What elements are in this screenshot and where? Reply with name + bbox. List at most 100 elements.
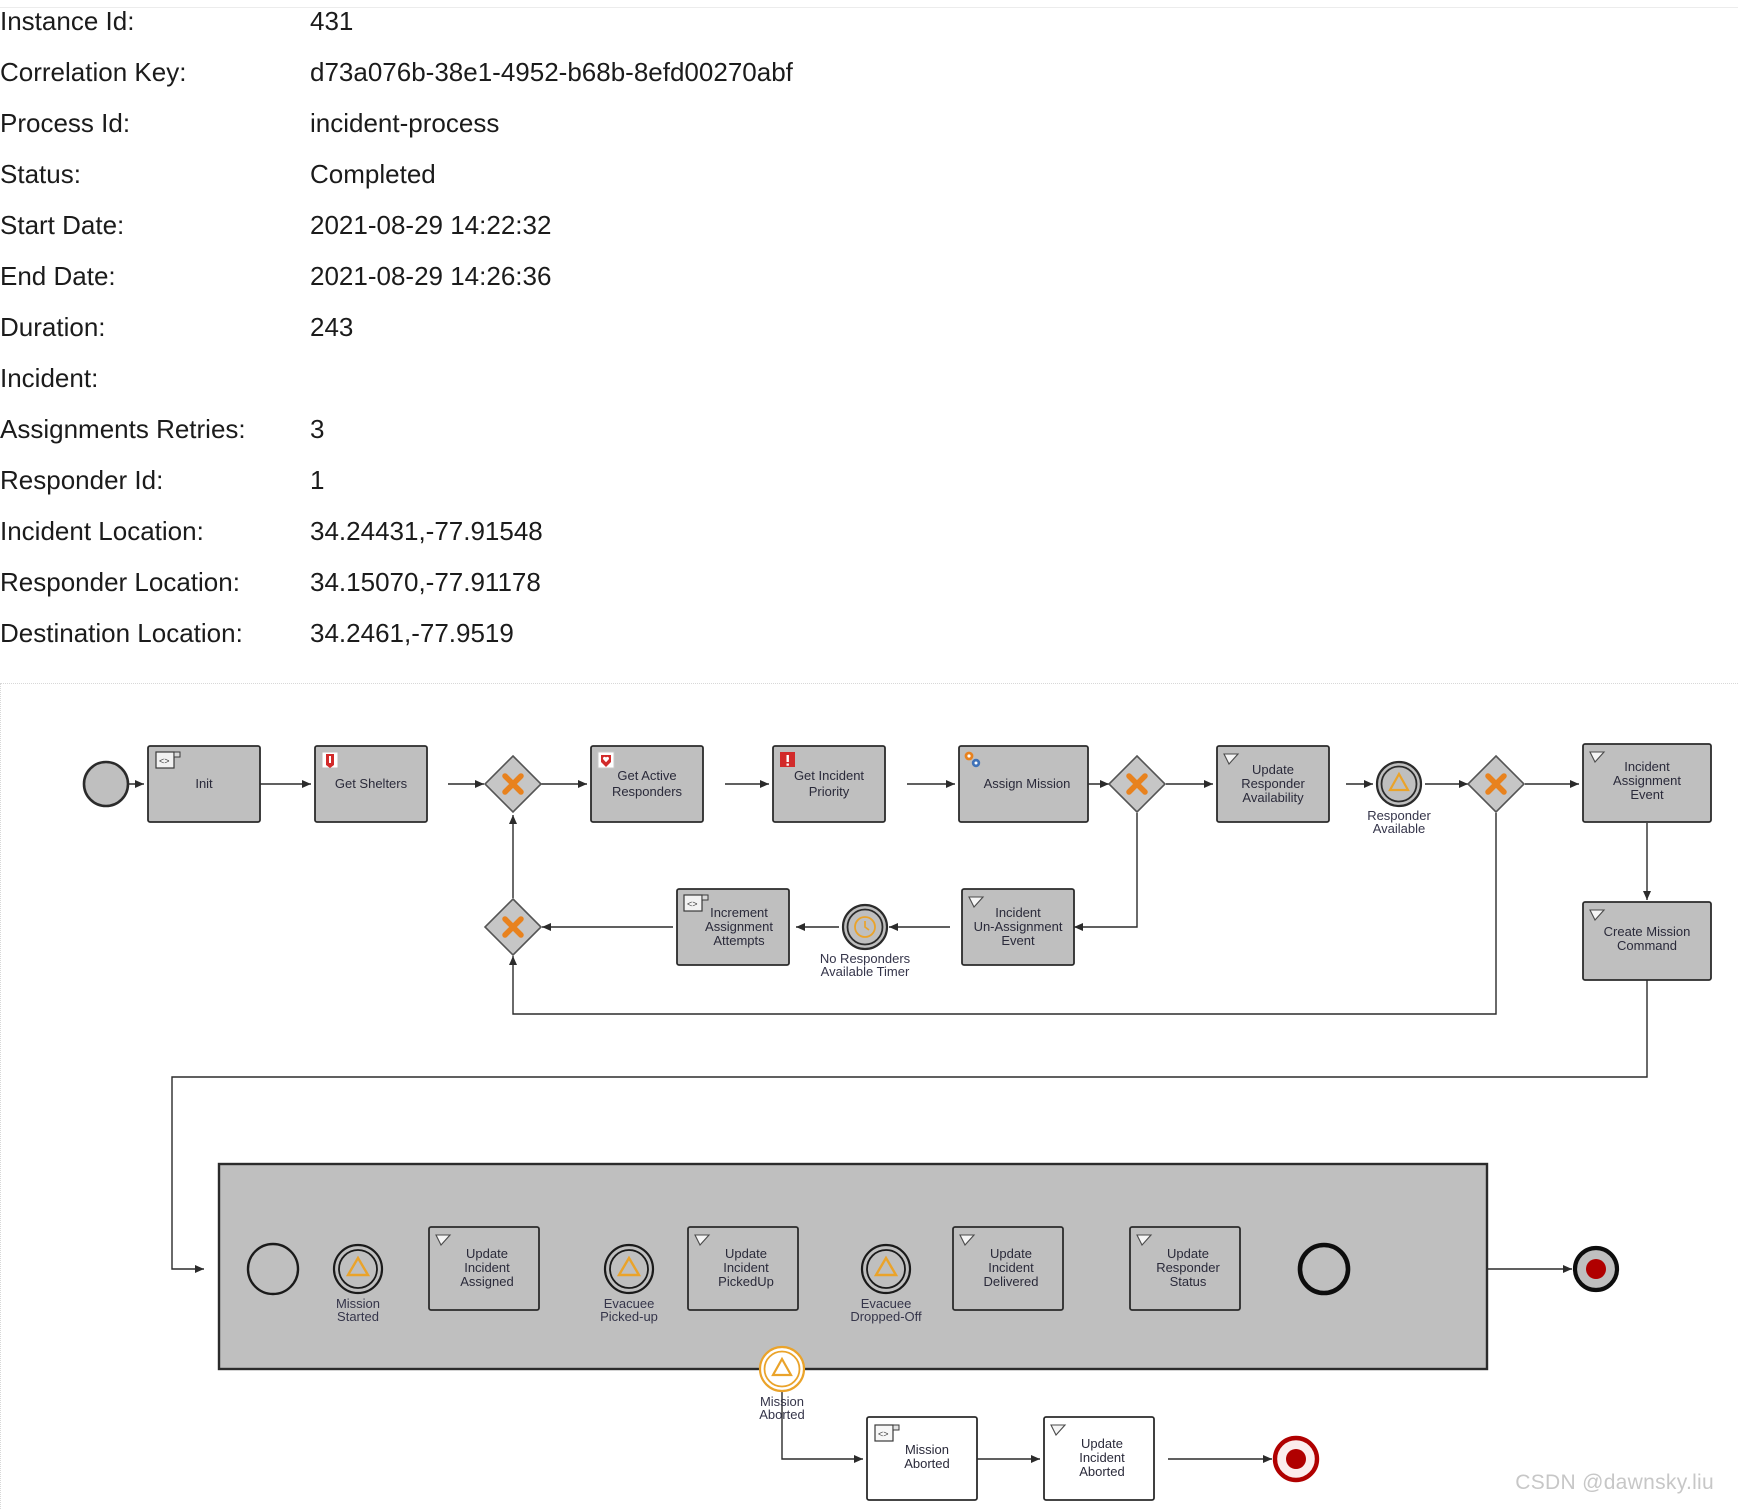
task-label: Incident <box>995 905 1041 920</box>
detail-row: Start Date: 2021-08-29 14:22:32 <box>0 212 793 263</box>
start-event[interactable] <box>82 760 130 808</box>
task-label: Incident <box>1079 1450 1125 1465</box>
detail-row: Duration: 243 <box>0 314 793 365</box>
task-label: Incident <box>1624 759 1670 774</box>
task-label: Init <box>195 776 213 791</box>
incident-detail-value: 34.2461,-77.9519 <box>310 618 514 648</box>
task-label: Get Incident <box>794 768 864 783</box>
detail-label: Start Date: <box>0 210 125 240</box>
event-responder-available[interactable]: Responder Available <box>1367 760 1431 836</box>
sub-end-event[interactable] <box>1297 1242 1351 1296</box>
incident-section-spacer <box>310 365 793 416</box>
task-label: Responders <box>612 784 683 799</box>
task-incident-un-assignment-event[interactable]: Incident Un-Assignment Event <box>961 888 1075 966</box>
task-label: Responder <box>1156 1260 1220 1275</box>
task-label: Update <box>1081 1436 1123 1451</box>
incident-detail-value: 1 <box>310 465 325 495</box>
task-label: Assigned <box>460 1274 513 1289</box>
details-table: Instance Id: 431 Correlation Key: d73a07… <box>0 8 793 671</box>
task-label: Event <box>1630 787 1664 802</box>
task-label: PickedUp <box>718 1274 774 1289</box>
detail-label: End Date: <box>0 261 116 291</box>
task-increment-assignment-attempts[interactable]: <> Increment Assignment Attempts <box>676 888 790 966</box>
detail-value: 2021-08-29 14:26:36 <box>310 261 552 291</box>
incident-detail-label: Incident Location: <box>0 516 204 546</box>
gateway-responders-found[interactable] <box>1107 754 1167 814</box>
task-label: Incident <box>464 1260 510 1275</box>
task-mission-aborted[interactable]: <> Mission Aborted <box>866 1416 978 1501</box>
detail-row: Correlation Key: d73a076b-38e1-4952-b68b… <box>0 59 793 110</box>
task-label: Update <box>725 1246 767 1261</box>
sub-start-event[interactable] <box>246 1242 300 1296</box>
event-label: Available Timer <box>821 964 910 979</box>
gateway-responder-available[interactable] <box>1466 754 1526 814</box>
task-update-incident-assigned[interactable]: Update Incident Assigned <box>428 1226 540 1311</box>
detail-value: 2021-08-29 14:22:32 <box>310 210 552 240</box>
task-label: Assign Mission <box>984 776 1071 791</box>
task-label: Create Mission <box>1604 924 1691 939</box>
abort-end-event[interactable] <box>1272 1435 1320 1483</box>
bpmn-canvas[interactable]: <> Init Get Shelters Get Active Responde… <box>1 684 1738 1510</box>
process-instance-details: Instance Id: 431 Correlation Key: d73a07… <box>0 8 1738 671</box>
main-end-event[interactable] <box>1572 1245 1620 1293</box>
task-create-mission-command[interactable]: Create Mission Command <box>1582 901 1712 981</box>
flow-gw2-to-unassignment <box>1074 813 1138 931</box>
incident-detail-label: Assignments Retries: <box>0 414 246 444</box>
priority-icon <box>780 752 795 767</box>
task-get-incident-priority[interactable]: Get Incident Priority <box>772 745 886 823</box>
task-label: Update <box>990 1246 1032 1261</box>
detail-label: Correlation Key: <box>0 57 187 87</box>
task-label: Command <box>1617 938 1677 953</box>
task-label: Incident <box>988 1260 1034 1275</box>
svg-text:<>: <> <box>878 1429 889 1439</box>
task-label: Update <box>1252 762 1294 777</box>
detail-value: 431 <box>310 6 354 36</box>
db-service-icon <box>321 751 339 769</box>
detail-value: 243 <box>310 312 354 342</box>
task-update-incident-pickedup[interactable]: Update Incident PickedUp <box>687 1226 799 1311</box>
incident-section-row: Incident: <box>0 365 793 416</box>
event-label: Aborted <box>759 1407 805 1422</box>
service-heart-icon <box>597 751 615 769</box>
watermark: CSDN @dawnsky.liu <box>1515 1471 1714 1494</box>
task-label: Responder <box>1241 776 1305 791</box>
detail-value: d73a076b-38e1-4952-b68b-8efd00270abf <box>310 57 793 87</box>
incident-detail-row: Responder Id: 1 <box>0 467 793 518</box>
status-value: Completed <box>310 159 436 189</box>
detail-value: incident-process <box>310 108 500 138</box>
gateway-loop-merge[interactable] <box>483 897 543 957</box>
task-incident-assignment-event[interactable]: Incident Assignment Event <box>1582 743 1712 823</box>
task-label: Assignment <box>1613 773 1681 788</box>
task-label: Update <box>1167 1246 1209 1261</box>
task-label: Delivered <box>984 1274 1039 1289</box>
task-label: Aborted <box>904 1456 950 1471</box>
incident-detail-value: 34.24431,-77.91548 <box>310 516 543 546</box>
svg-text:<>: <> <box>159 756 170 766</box>
event-no-responders-available-timer[interactable]: No Responders Available Timer <box>820 903 911 979</box>
task-label: Aborted <box>1079 1464 1125 1479</box>
event-label: Started <box>337 1309 379 1324</box>
bpmn-diagram-panel[interactable]: <> Init Get Shelters Get Active Responde… <box>0 683 1738 1509</box>
task-init[interactable]: <> Init <box>147 745 261 823</box>
detail-label: Status: <box>0 159 81 189</box>
incident-detail-row: Incident Location: 34.24431,-77.91548 <box>0 518 793 569</box>
task-label: Mission <box>905 1442 949 1457</box>
task-label: Update <box>466 1246 508 1261</box>
task-update-responder-availability[interactable]: Update Responder Availability <box>1216 745 1330 823</box>
task-assign-mission[interactable]: Assign Mission <box>958 745 1089 823</box>
window-top-strip <box>0 0 1738 8</box>
gateway-retry-join[interactable] <box>483 754 543 814</box>
task-update-incident-aborted[interactable]: Update Incident Aborted <box>1043 1416 1155 1501</box>
incident-detail-label: Responder Id: <box>0 465 164 495</box>
incident-detail-label: Responder Location: <box>0 567 240 597</box>
detail-row: End Date: 2021-08-29 14:26:36 <box>0 263 793 314</box>
task-get-active-responders[interactable]: Get Active Responders <box>590 745 704 823</box>
task-update-incident-delivered[interactable]: Update Incident Delivered <box>952 1226 1064 1311</box>
mission-subprocess[interactable] <box>217 1162 1489 1371</box>
task-update-responder-status[interactable]: Update Responder Status <box>1129 1226 1241 1311</box>
incident-detail-value: 3 <box>310 414 325 444</box>
task-get-shelters[interactable]: Get Shelters <box>314 745 428 823</box>
event-mission-aborted-boundary[interactable]: Mission Aborted <box>758 1345 806 1422</box>
event-mission-started[interactable]: Mission Started <box>332 1243 384 1324</box>
event-label: Picked-up <box>600 1309 658 1324</box>
